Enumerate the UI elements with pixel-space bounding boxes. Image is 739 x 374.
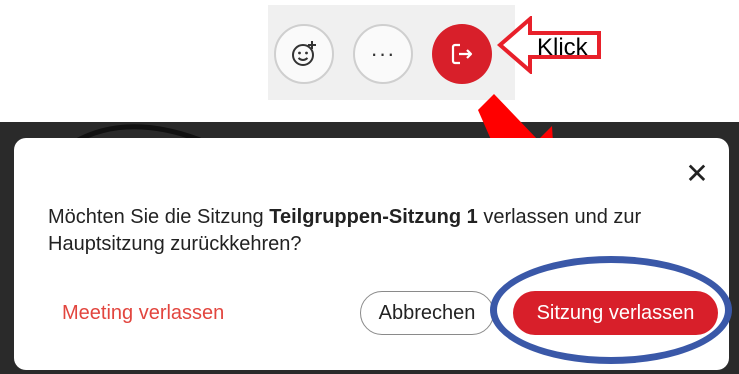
close-button[interactable]: ✕ — [683, 160, 711, 188]
leave-session-icon — [449, 41, 475, 67]
more-options-icon: ··· — [370, 41, 396, 66]
emoji-reaction-icon — [289, 39, 319, 69]
emoji-reaction-button[interactable] — [274, 24, 334, 84]
session-name: Teilgruppen-Sitzung 1 — [269, 206, 478, 228]
klick-callout-label: Klick — [537, 34, 588, 61]
close-icon: ✕ — [685, 158, 709, 189]
more-options-button[interactable]: ··· — [353, 24, 413, 84]
cancel-button-label: Abbrechen — [378, 301, 476, 324]
leave-meeting-link[interactable]: Meeting verlassen — [62, 302, 224, 325]
cancel-button[interactable]: Abbrechen — [360, 291, 494, 335]
leave-session-toolbar-button[interactable] — [432, 24, 492, 84]
message-text-start: Möchten Sie die Sitzung — [48, 206, 270, 228]
dialog-message: Möchten Sie die Sitzung Teilgruppen-Sitz… — [48, 204, 688, 258]
highlight-ellipse — [490, 256, 732, 364]
